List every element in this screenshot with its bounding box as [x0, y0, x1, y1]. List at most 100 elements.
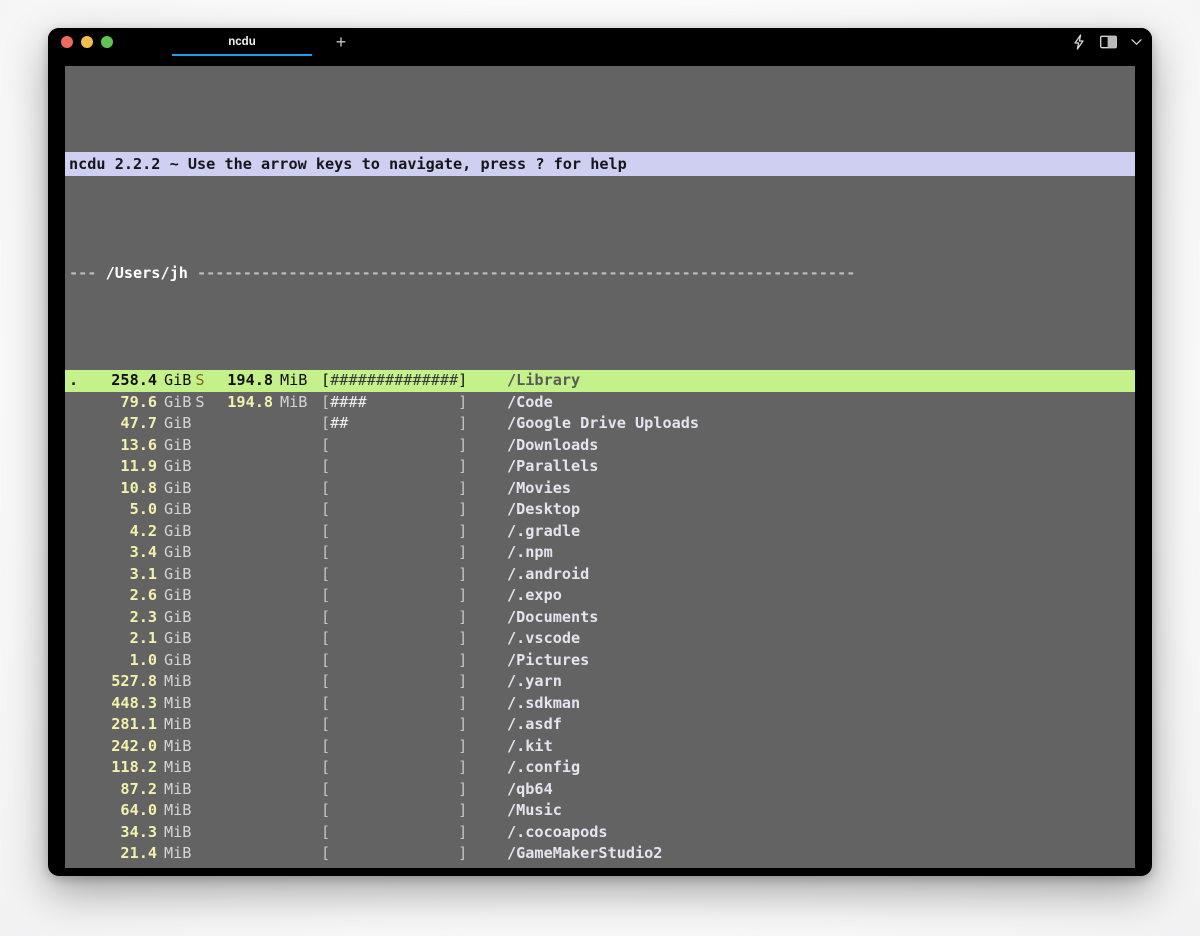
row-size-value: 1.0: [129, 650, 157, 669]
table-row[interactable]: 79.6 GiB S 194.8 MiB [#### ] /Code: [65, 392, 1135, 414]
terminal-content: ncdu 2.2.2 ~ Use the arrow keys to navig…: [65, 66, 1135, 868]
row-usage-graph: [ ]: [321, 650, 468, 669]
split-pane-icon[interactable]: [1100, 35, 1117, 49]
row-size-unit: GiB: [164, 371, 192, 389]
row-usage-graph: [ ]: [321, 715, 468, 733]
row-size-value: 79.6: [120, 392, 157, 411]
row-directory-name: /.gradle: [507, 521, 581, 540]
row-size-unit: MiB: [164, 672, 192, 690]
table-row[interactable]: 47.7 GiB [## ] /Google Drive Uploads: [65, 413, 1135, 435]
ncdu-header-bar: ncdu 2.2.2 ~ Use the arrow keys to navig…: [65, 152, 1135, 176]
tab-label: ncdu: [228, 36, 256, 48]
table-row[interactable]: 18.2MiB [ ]/.cache: [65, 865, 1135, 869]
row-size-unit: GiB: [164, 478, 192, 497]
row-directory-name: /Desktop: [507, 500, 581, 518]
row-shared-flag: S: [195, 371, 205, 389]
row-size-unit: MiB: [164, 736, 192, 755]
row-size-unit: MiB: [164, 715, 192, 733]
row-size-value: 34.3: [120, 822, 157, 841]
row-size-unit: MiB: [164, 801, 192, 819]
row-size-value: 18.2: [83, 865, 157, 869]
row-usage-graph: [ ]: [321, 629, 468, 647]
row-usage-graph-bar: ####: [330, 392, 367, 411]
terminal-window: ncdu + ncdu 2.2.2 ~ Use the arrow keys t…: [48, 28, 1152, 876]
window-controls: [48, 36, 113, 48]
row-size-value: 3.1: [129, 564, 157, 583]
table-row[interactable]: 3.4 GiB [ ] /.npm: [65, 542, 1135, 564]
path-prefix-dashes: ---: [69, 264, 106, 282]
ncdu-header-text: ncdu 2.2.2 ~ Use the arrow keys to navig…: [69, 155, 627, 173]
row-directory-name: /.vscode: [507, 629, 581, 647]
row-directory-name: /Library: [507, 371, 581, 389]
row-usage-graph: [ ]: [313, 865, 498, 869]
minimize-button[interactable]: [81, 36, 93, 48]
close-button[interactable]: [61, 36, 73, 48]
table-row[interactable]: 5.0 GiB [ ] /Desktop: [65, 499, 1135, 521]
table-row[interactable]: 4.2 GiB [ ] /.gradle: [65, 521, 1135, 543]
title-bar-actions: [1072, 28, 1142, 56]
row-directory-name: /.cache: [498, 865, 1135, 869]
chevron-down-icon[interactable]: [1131, 38, 1142, 46]
table-row[interactable]: 34.3 MiB [ ] /.cocoapods: [65, 822, 1135, 844]
row-size-value: 4.2: [129, 521, 157, 540]
row-directory-name: /Pictures: [507, 650, 590, 669]
row-usage-graph: [ ]: [321, 822, 468, 841]
table-row[interactable]: 2.6 GiB [ ] /.expo: [65, 585, 1135, 607]
row-size-unit: MiB: [164, 693, 192, 712]
table-row[interactable]: 64.0 MiB [ ] /Music: [65, 800, 1135, 822]
row-usage-graph: [ ]: [321, 844, 468, 862]
row-size-unit: MiB: [157, 865, 193, 869]
table-row[interactable]: 281.1 MiB [ ] /.asdf: [65, 714, 1135, 736]
directory-listing[interactable]: . 258.4 GiB S 194.8 MiB [##############]/Libra…: [65, 370, 1135, 868]
table-row[interactable]: 242.0 MiB [ ] /.kit: [65, 736, 1135, 758]
table-row[interactable]: 1.0 GiB [ ] /Pictures: [65, 650, 1135, 672]
row-usage-graph: [ ]: [321, 457, 468, 475]
row-usage-graph: [ ]: [321, 736, 468, 755]
row-usage-graph: [ ]: [321, 435, 468, 454]
table-row[interactable]: 13.6 GiB [ ] /Downloads: [65, 435, 1135, 457]
path-suffix-dashes: ----------------------------------------…: [187, 264, 856, 282]
current-path-line: --- /Users/jh --------------------------…: [65, 262, 1135, 284]
row-shared-size-value: 194.8: [227, 371, 273, 389]
tab-ncdu[interactable]: ncdu: [166, 28, 318, 56]
row-shared-size-unit: MiB: [280, 392, 308, 411]
table-row[interactable]: 21.4 MiB [ ] /GameMakerStudio2: [65, 843, 1135, 865]
row-directory-name: /.yarn: [507, 672, 562, 690]
title-bar: ncdu +: [48, 28, 1152, 56]
row-shared-size-unit: MiB: [280, 371, 308, 389]
row-size-unit: MiB: [164, 822, 192, 841]
row-directory-name: /GameMakerStudio2: [507, 844, 663, 862]
table-row[interactable]: 10.8 GiB [ ] /Movies: [65, 478, 1135, 500]
table-row[interactable]: . 258.4 GiB S 194.8 MiB [##############] /Libra…: [65, 370, 1135, 392]
zoom-button[interactable]: [101, 36, 113, 48]
table-row[interactable]: 527.8 MiB [ ] /.yarn: [65, 671, 1135, 693]
row-usage-graph: [ ]: [321, 693, 468, 712]
table-row[interactable]: 448.3 MiB [ ] /.sdkman: [65, 693, 1135, 715]
row-usage-graph: [ ]: [321, 521, 468, 540]
row-size-unit: GiB: [164, 414, 192, 432]
row-shared-flag: S: [195, 392, 205, 411]
table-row[interactable]: 11.9 GiB [ ] /Parallels: [65, 456, 1135, 478]
row-directory-name: /.cocoapods: [507, 822, 608, 841]
new-tab-button[interactable]: +: [318, 28, 364, 56]
row-usage-graph: [ ]: [321, 672, 468, 690]
table-row[interactable]: 87.2 MiB [ ] /qb64: [65, 779, 1135, 801]
row-size-value: 13.6: [120, 435, 157, 454]
row-directory-name: /qb64: [507, 779, 553, 798]
table-row[interactable]: 2.1 GiB [ ] /.vscode: [65, 628, 1135, 650]
row-size-unit: GiB: [164, 607, 192, 626]
row-directory-name: /Code: [507, 392, 553, 411]
row-usage-graph: [## ]: [321, 414, 468, 432]
row-size-value: 281.1: [111, 715, 157, 733]
row-size-value: 87.2: [120, 779, 157, 798]
row-directory-name: /Music: [507, 801, 562, 819]
table-row[interactable]: 3.1 GiB [ ] /.android: [65, 564, 1135, 586]
lightning-icon[interactable]: [1072, 34, 1086, 50]
page-backdrop: ncdu + ncdu 2.2.2 ~ Use the arrow keys t…: [0, 0, 1200, 936]
row-usage-graph: [ ]: [321, 758, 468, 776]
row-size-unit: GiB: [164, 457, 192, 475]
table-row[interactable]: 118.2 MiB [ ] /.config: [65, 757, 1135, 779]
table-row[interactable]: 2.3 GiB [ ] /Documents: [65, 607, 1135, 629]
row-size-value: 2.3: [129, 607, 157, 626]
row-size-value: 242.0: [111, 736, 157, 755]
